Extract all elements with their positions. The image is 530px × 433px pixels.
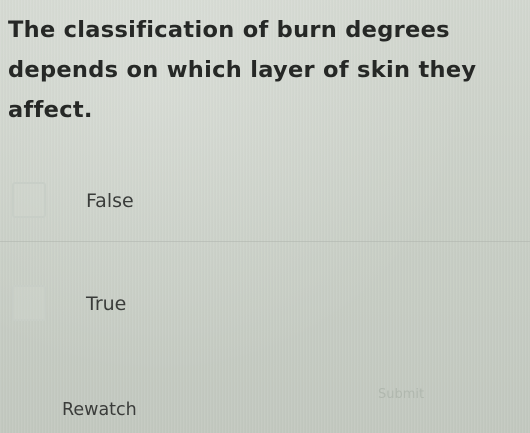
option-false-label: False: [86, 190, 134, 212]
option-true[interactable]: True: [0, 279, 530, 335]
rewatch-button[interactable]: Rewatch: [62, 400, 137, 420]
option-false[interactable]: False: [0, 176, 530, 232]
submit-button[interactable]: Submit: [378, 387, 424, 402]
option-false-checkbox[interactable]: [12, 182, 46, 218]
question-text: The classification of burn degrees depen…: [8, 17, 477, 123]
option-true-label: True: [86, 293, 127, 315]
option-true-checkbox[interactable]: [12, 285, 46, 321]
option-divider: [0, 241, 530, 242]
